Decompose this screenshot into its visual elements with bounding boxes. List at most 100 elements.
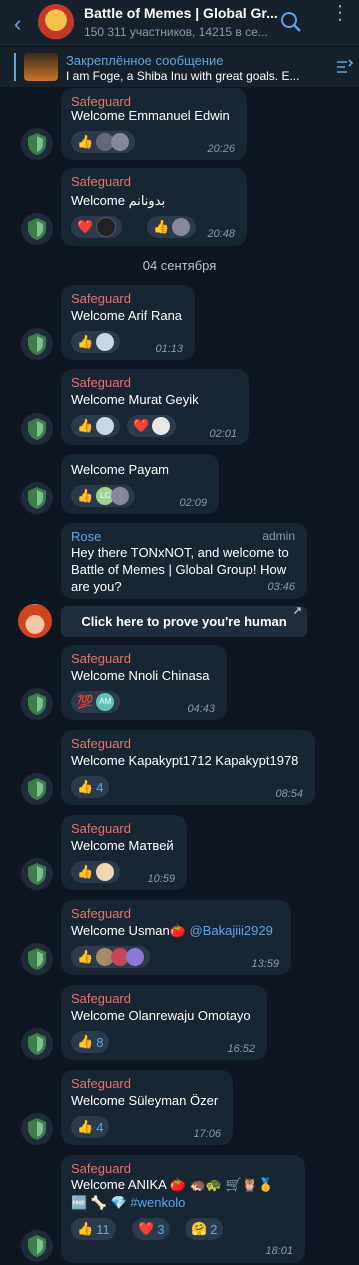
thumbs-up-icon: 👍 <box>153 219 170 234</box>
reaction-heart[interactable]: ❤️ <box>127 415 177 437</box>
button-label: Click here to prove you're human <box>81 614 287 629</box>
thumbs-up-icon: 👍 <box>77 334 94 349</box>
message-bubble[interactable]: Safeguard Welcome Süleyman Özer 👍 4 17:06 <box>61 1070 233 1145</box>
reaction-hug[interactable]: 🤗 2 <box>185 1218 224 1240</box>
hashtag-link[interactable]: #wenkolo <box>130 1195 185 1210</box>
message-text-line: are you? <box>71 579 122 594</box>
safeguard-avatar[interactable] <box>21 1230 53 1262</box>
pinned-list-icon[interactable] <box>334 57 354 82</box>
message-bubble[interactable]: Safeguard Welcome Arif Rana 👍 01:13 <box>61 285 195 360</box>
message-time: 20:48 <box>207 228 235 240</box>
reaction-heart[interactable]: ❤️ <box>71 216 123 238</box>
sender-name: Safeguard <box>71 375 131 390</box>
safeguard-avatar[interactable] <box>21 773 53 805</box>
message-text-line: Battle of Memes | Global Group! How <box>71 562 287 577</box>
reaction-like[interactable]: 👍 4 <box>71 1116 110 1138</box>
thumbs-up-icon: 👍 <box>77 488 94 503</box>
safeguard-avatar[interactable] <box>21 482 53 514</box>
mention-link[interactable]: @Bakajiii2929 <box>190 923 273 938</box>
safeguard-avatar[interactable] <box>21 1028 53 1060</box>
reaction-like[interactable]: 👍 <box>71 331 121 353</box>
message-text: Welcome Süleyman Özer <box>71 1093 219 1108</box>
reaction-like[interactable]: 👍 4 <box>71 776 110 798</box>
prove-human-button[interactable]: Click here to prove you're human ↗ <box>61 605 307 637</box>
sender-name: Rose <box>71 529 102 544</box>
chat-avatar[interactable] <box>38 4 74 40</box>
message-bubble[interactable]: Safeguard Welcome Usman🍅 @Bakajiii2929 👍… <box>61 900 291 975</box>
message-text: Welcome Nnoli Chinasa <box>71 668 210 683</box>
pinned-indicator <box>14 53 16 81</box>
message-text: Welcome Матвей <box>71 838 174 853</box>
reaction-like[interactable]: 👍 <box>71 415 121 437</box>
message-time: 16:52 <box>227 1043 255 1055</box>
external-link-icon: ↗ <box>292 605 302 617</box>
thumbs-up-icon: 👍 <box>77 864 94 879</box>
reactor-avatar <box>126 948 145 966</box>
safeguard-avatar[interactable] <box>21 128 53 160</box>
reaction-like[interactable]: 👍 <box>147 216 197 238</box>
safeguard-avatar[interactable] <box>21 328 53 360</box>
search-icon[interactable] <box>280 11 302 38</box>
message-time: 20:26 <box>207 143 235 155</box>
message-bubble[interactable]: Safeguard Welcome ANIKA 🍅 🦔🐢 🛒🦉🥇 🆓 🦴 💎 #… <box>61 1155 305 1263</box>
admin-badge: admin <box>262 529 295 543</box>
more-menu-icon[interactable]: ⋮ <box>330 3 350 23</box>
reaction-like[interactable]: 👍 LC <box>71 485 136 507</box>
pinned-title: Закреплённое сообщение <box>66 53 224 68</box>
reaction-like[interactable]: 👍 <box>71 946 151 968</box>
message-text: Welcome Arif Rana <box>71 308 183 323</box>
pinned-text: I am Foge, a Shiba Inu with great goals.… <box>66 69 300 83</box>
reactor-avatar <box>96 863 115 881</box>
message-time: 04:43 <box>187 703 215 715</box>
message-text: Welcome Payam <box>71 462 170 477</box>
reactor-avatar <box>152 417 171 435</box>
reaction-like[interactable]: 👍 <box>71 131 136 153</box>
chat-title[interactable]: Battle of Memes | Global Gr... <box>84 5 279 21</box>
message-bubble[interactable]: Safeguard Welcome Olanrewaju Omotayo 👍 8 … <box>61 985 267 1060</box>
heart-icon: ❤️ <box>77 219 94 234</box>
safeguard-avatar[interactable] <box>21 688 53 720</box>
message-time: 17:06 <box>193 1128 221 1140</box>
message-text: Welcome Kapakypt1712 Kapakypt1978 <box>71 753 299 768</box>
sender-name: Safeguard <box>71 736 131 751</box>
message-bubble[interactable]: Safeguard Welcome Nnoli Chinasa 💯 AM 04:4… <box>61 645 227 720</box>
reactor-avatar <box>111 487 130 505</box>
message-bubble[interactable]: Rose admin Hey there TONxNOT, and welcom… <box>61 523 307 599</box>
safeguard-avatar[interactable] <box>21 1113 53 1145</box>
message-time: 03:46 <box>267 581 295 593</box>
message-bubble[interactable]: Safeguard Welcome Матвей 👍 10:59 <box>61 815 187 890</box>
message-bubble[interactable]: Safeguard Welcome Murat Geyik 👍 ❤️ 02:01 <box>61 369 249 445</box>
reaction-like[interactable]: 👍 <box>71 861 121 883</box>
back-button[interactable]: ‹ <box>14 11 21 37</box>
message-bubble[interactable]: Safeguard Welcome Kapakypt1712 Kapakypt1… <box>61 730 315 805</box>
rose-avatar[interactable] <box>18 604 52 638</box>
reactor-avatar <box>96 217 117 237</box>
reaction-hundred[interactable]: 💯 AM <box>71 691 121 713</box>
thumbs-up-icon: 👍 <box>77 1034 94 1049</box>
message-bubble[interactable]: Safeguard Welcome Emmanuel Edwin 👍 20:26 <box>61 88 247 160</box>
safeguard-avatar[interactable] <box>21 213 53 245</box>
pinned-message[interactable]: Закреплённое сообщение I am Foge, a Shib… <box>0 46 359 87</box>
reaction-heart[interactable]: ❤️ 3 <box>132 1218 171 1240</box>
reaction-count: 11 <box>96 1221 110 1237</box>
message-time: 13:59 <box>251 958 279 970</box>
message-time: 10:59 <box>147 873 175 885</box>
message-time: 02:09 <box>179 497 207 509</box>
message-text: Welcome Emmanuel Edwin <box>71 108 230 123</box>
reactor-avatar <box>96 417 115 435</box>
message-text: Welcome Usman🍅 @Bakajiii2929 <box>71 923 273 939</box>
reactor-avatar <box>111 133 130 151</box>
sender-name: Safeguard <box>71 1161 131 1176</box>
message-time: 18:01 <box>265 1245 293 1257</box>
message-time: 02:01 <box>209 428 237 440</box>
thumbs-up-icon: 👍 <box>77 1221 94 1236</box>
thumbs-up-icon: 👍 <box>77 134 94 149</box>
safeguard-avatar[interactable] <box>21 413 53 445</box>
message-bubble[interactable]: Safeguard Welcome بدونانم ❤️ 👍 20:48 <box>61 168 247 246</box>
sender-name: Safeguard <box>71 1076 131 1091</box>
message-bubble[interactable]: Welcome Payam 👍 LC 02:09 <box>61 454 219 514</box>
reaction-like[interactable]: 👍 8 <box>71 1031 110 1053</box>
reaction-like[interactable]: 👍 11 <box>71 1218 116 1240</box>
safeguard-avatar[interactable] <box>21 943 53 975</box>
safeguard-avatar[interactable] <box>21 858 53 890</box>
